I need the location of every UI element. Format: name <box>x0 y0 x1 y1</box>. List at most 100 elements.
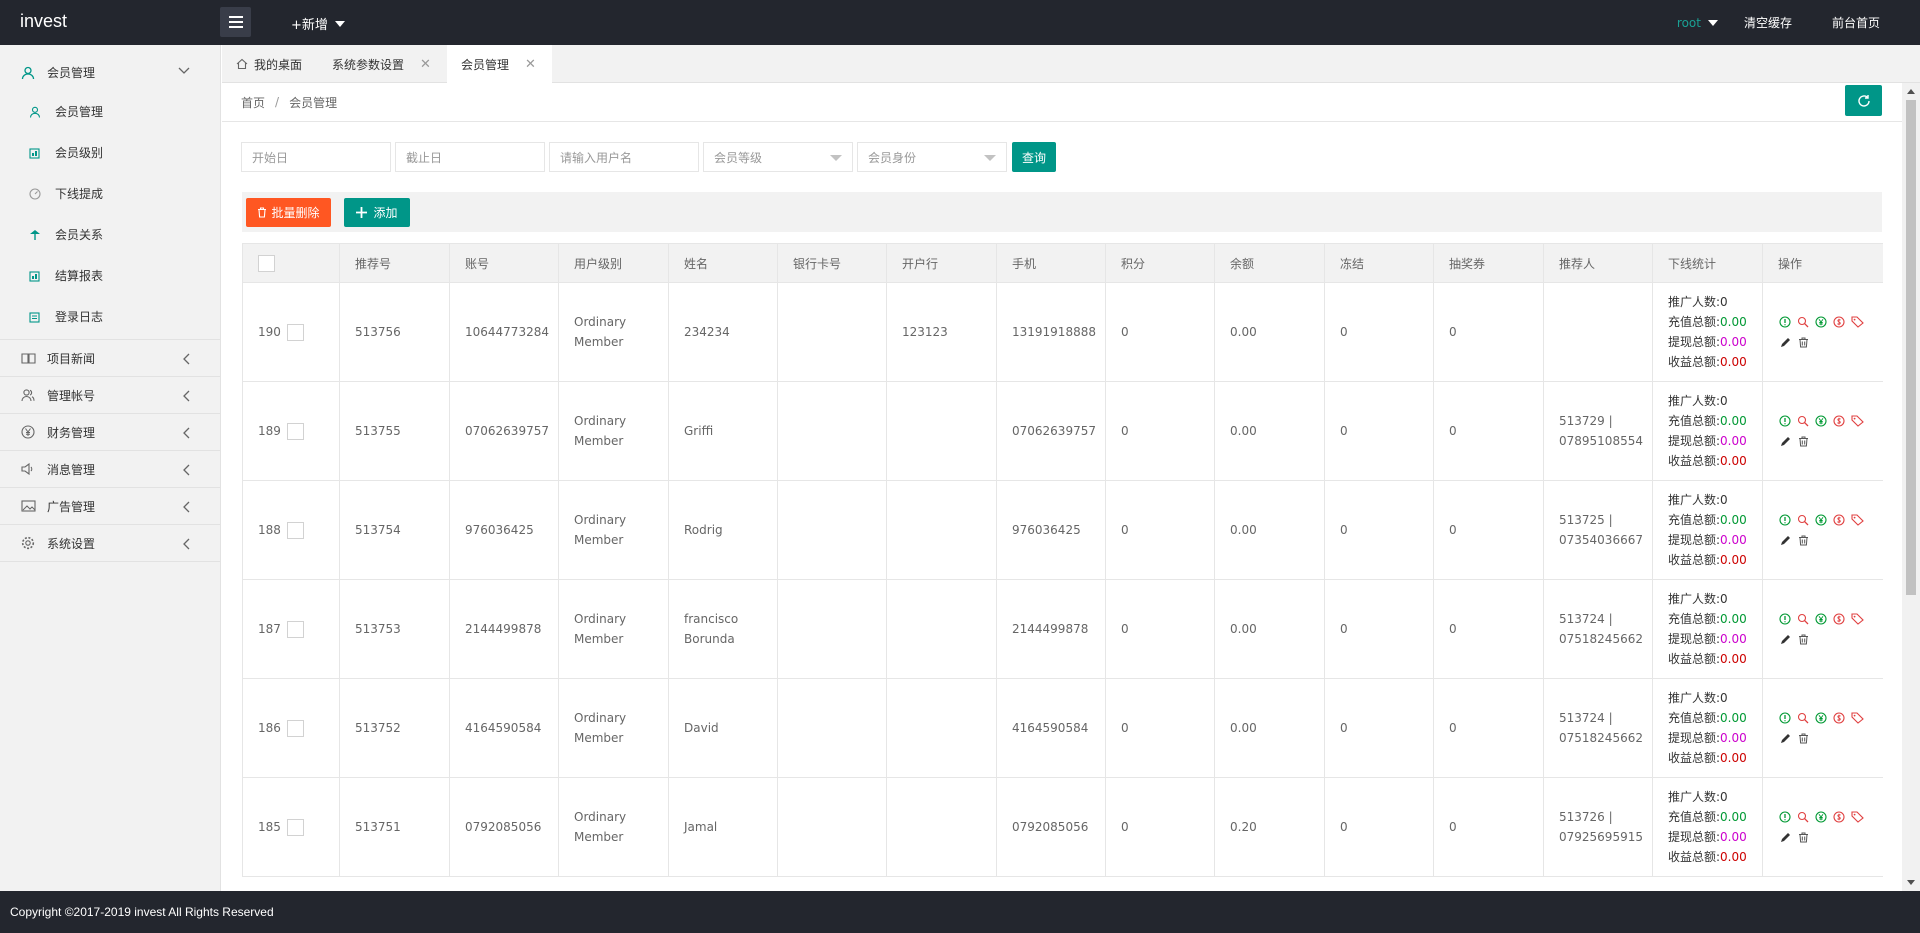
sidebar-item-login-log[interactable]: 登录日志 <box>0 296 220 337</box>
trash-icon <box>258 207 267 218</box>
add-button[interactable]: 添加 <box>344 198 410 227</box>
sidebar-item-member-manage[interactable]: 会员管理 <box>0 91 220 132</box>
vertical-scrollbar[interactable] <box>1902 83 1920 891</box>
search-icon[interactable] <box>1796 315 1810 329</box>
select-all-checkbox[interactable] <box>258 254 275 272</box>
tab-my-desktop[interactable]: 我的桌面 <box>222 45 318 83</box>
scroll-up-arrow-icon[interactable] <box>1907 89 1915 94</box>
tag-icon[interactable] <box>1850 513 1864 527</box>
edit-icon[interactable] <box>1778 731 1792 745</box>
delete-icon[interactable] <box>1796 434 1810 448</box>
delete-icon[interactable] <box>1796 830 1810 844</box>
row-checkbox[interactable] <box>286 521 304 539</box>
refresh-button[interactable] <box>1845 85 1882 116</box>
sidebar-item-relation[interactable]: 会员关系 <box>0 214 220 255</box>
info-icon[interactable] <box>1778 612 1792 626</box>
member-identity-select[interactable]: 会员身份 <box>857 142 1007 172</box>
scroll-down-arrow-icon[interactable] <box>1907 880 1915 885</box>
yen-icon[interactable] <box>1814 513 1828 527</box>
delete-icon[interactable] <box>1796 731 1810 745</box>
row-checkbox[interactable] <box>286 422 304 440</box>
tag-icon[interactable] <box>1850 711 1864 725</box>
breadcrumb-home[interactable]: 首页 <box>241 94 265 111</box>
sidebar-group-news[interactable]: 项目新闻 <box>0 340 220 377</box>
info-icon[interactable] <box>1778 711 1792 725</box>
sidebar-item-commission[interactable]: 下线提成 <box>0 173 220 214</box>
edit-icon[interactable] <box>1778 533 1792 547</box>
edit-icon[interactable] <box>1778 434 1792 448</box>
yen-icon[interactable] <box>1814 612 1828 626</box>
stat-promoters: 推广人数:0 <box>1668 589 1762 609</box>
delete-icon[interactable] <box>1796 533 1810 547</box>
sidebar-item-member-level[interactable]: 会员级别 <box>0 132 220 173</box>
add-label: 添加 <box>373 206 398 220</box>
yen-icon[interactable] <box>1814 414 1828 428</box>
member-level-select[interactable]: 会员等级 <box>703 142 853 172</box>
search-icon[interactable] <box>1796 612 1810 626</box>
sidebar-item-settlement[interactable]: 结算报表 <box>0 255 220 296</box>
front-home-link[interactable]: 前台首页 <box>1832 14 1880 31</box>
cell-level: Ordinary Member <box>558 678 669 778</box>
sidebar-group-system[interactable]: 系统设置 <box>0 525 220 562</box>
delete-icon[interactable] <box>1796 632 1810 646</box>
dollar-icon[interactable] <box>1832 315 1846 329</box>
tab-system-params[interactable]: 系统参数设置 ✕ <box>318 45 447 83</box>
batch-delete-button[interactable]: 批量删除 <box>246 198 331 227</box>
header-select-all[interactable] <box>242 243 340 283</box>
stat-value: 0 <box>1720 295 1728 309</box>
row-checkbox[interactable] <box>286 323 304 341</box>
dollar-icon[interactable] <box>1832 513 1846 527</box>
info-icon[interactable] <box>1778 315 1792 329</box>
tag-icon[interactable] <box>1850 612 1864 626</box>
stat-label: 收益总额: <box>1668 652 1721 666</box>
edit-icon[interactable] <box>1778 335 1792 349</box>
row-checkbox[interactable] <box>286 620 304 638</box>
add-new-menu[interactable]: +新增 <box>291 14 345 33</box>
user-icon <box>28 105 42 119</box>
yen-icon[interactable] <box>1814 315 1828 329</box>
dollar-icon[interactable] <box>1832 612 1846 626</box>
info-icon[interactable] <box>1778 810 1792 824</box>
app-logo[interactable]: invest <box>20 11 67 32</box>
row-checkbox[interactable] <box>286 818 304 836</box>
sidebar-group-ads[interactable]: 广告管理 <box>0 488 220 525</box>
row-id-cell: 188 <box>242 480 340 580</box>
clear-cache-link[interactable]: 清空缓存 <box>1744 14 1792 31</box>
query-button[interactable]: 查询 <box>1012 142 1056 172</box>
info-icon[interactable] <box>1778 414 1792 428</box>
info-icon[interactable] <box>1778 513 1792 527</box>
search-icon[interactable] <box>1796 414 1810 428</box>
close-icon[interactable]: ✕ <box>420 57 431 72</box>
end-date-input[interactable]: 截止日 <box>395 142 545 172</box>
yen-icon[interactable] <box>1814 810 1828 824</box>
cell-balance: 0.00 <box>1214 678 1325 778</box>
sidebar-group-finance[interactable]: 财务管理 <box>0 414 220 451</box>
top-right-nav: root 清空缓存 前台首页 <box>1677 0 1920 45</box>
plus-icon <box>356 207 368 218</box>
yen-icon[interactable] <box>1814 711 1828 725</box>
search-icon[interactable] <box>1796 711 1810 725</box>
menu-toggle-button[interactable] <box>220 7 251 37</box>
tag-icon[interactable] <box>1850 810 1864 824</box>
start-date-input[interactable]: 开始日 <box>241 142 391 172</box>
username-input[interactable]: 请输入用户名 <box>549 142 699 172</box>
user-menu[interactable]: root <box>1677 16 1718 30</box>
sidebar-group-member[interactable]: 会员管理 <box>0 54 220 91</box>
edit-icon[interactable] <box>1778 632 1792 646</box>
scrollbar-thumb[interactable] <box>1906 100 1916 595</box>
delete-icon[interactable] <box>1796 335 1810 349</box>
dollar-icon[interactable] <box>1832 810 1846 824</box>
search-icon[interactable] <box>1796 513 1810 527</box>
stat-label: 推广人数: <box>1668 790 1721 804</box>
edit-icon[interactable] <box>1778 830 1792 844</box>
sidebar-group-messages[interactable]: 消息管理 <box>0 451 220 488</box>
tab-member-manage[interactable]: 会员管理 ✕ <box>446 45 552 84</box>
dollar-icon[interactable] <box>1832 414 1846 428</box>
sidebar-group-admin-accounts[interactable]: 管理帐号 <box>0 377 220 414</box>
tag-icon[interactable] <box>1850 414 1864 428</box>
search-icon[interactable] <box>1796 810 1810 824</box>
close-icon[interactable]: ✕ <box>525 57 536 72</box>
tag-icon[interactable] <box>1850 315 1864 329</box>
row-checkbox[interactable] <box>286 719 304 737</box>
dollar-icon[interactable] <box>1832 711 1846 725</box>
